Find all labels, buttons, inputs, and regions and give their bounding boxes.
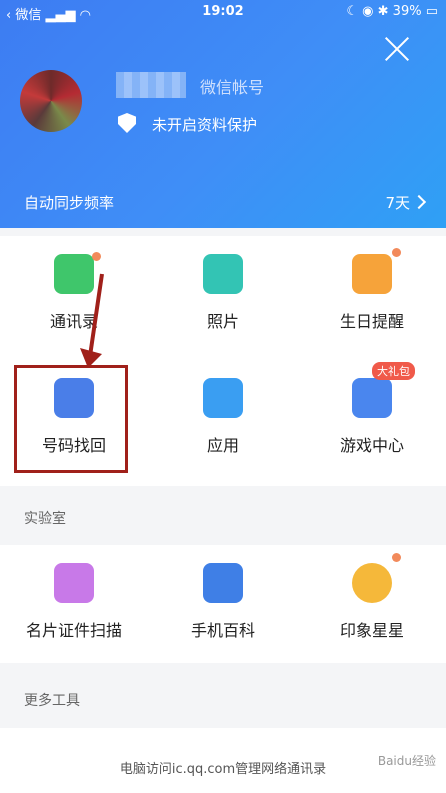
grid-item-contacts[interactable]: 通讯录 xyxy=(0,236,148,356)
protection-status[interactable]: 未开启资料保护 xyxy=(152,114,257,135)
sync-label: 自动同步频率 xyxy=(24,194,115,212)
grid-item-game-center[interactable]: 大礼包 游戏中心 xyxy=(298,360,446,480)
gamepad-icon xyxy=(352,378,392,418)
lab-section-title: 实验室 xyxy=(24,511,66,527)
grid-item-photos[interactable]: 照片 xyxy=(149,236,297,356)
apps-icon xyxy=(203,378,243,418)
birthday-cake-icon xyxy=(352,254,392,294)
lab-item-label: 印象星星 xyxy=(339,621,404,640)
impression-star-icon xyxy=(352,563,392,603)
watermark: Baidu经验 xyxy=(377,754,436,768)
account-header: ‹ 微信 ▂▄▆ ◠ 19:02 ☾ ◉ ✱ 39% ▭ 微信帐号 未开启资料保… xyxy=(0,0,446,228)
notification-dot xyxy=(92,252,101,261)
card-scan-icon xyxy=(54,563,94,603)
status-bar: ‹ 微信 ▂▄▆ ◠ 19:02 ☾ ◉ ✱ 39% ▭ xyxy=(0,0,446,24)
notification-dot xyxy=(392,553,401,562)
notification-dot xyxy=(392,248,401,257)
grid-item-label: 生日提醒 xyxy=(339,312,404,331)
avatar[interactable] xyxy=(20,70,82,132)
lab-item-card-scan[interactable]: 名片证件扫描 xyxy=(0,545,148,665)
close-icon[interactable] xyxy=(384,36,410,62)
annotation-arrow xyxy=(80,273,104,368)
sync-frequency-row[interactable]: 自动同步频率 7天 xyxy=(0,176,446,228)
grid-item-birthday[interactable]: 生日提醒 xyxy=(298,236,446,356)
grid-item-label: 通讯录 xyxy=(49,312,98,331)
lab-item-label: 名片证件扫描 xyxy=(25,621,122,640)
shield-icon xyxy=(118,113,136,133)
grid-item-label: 应用 xyxy=(206,436,239,455)
battery-status: ☾ ◉ ✱ 39% ▭ xyxy=(346,4,438,19)
blurred-nickname xyxy=(116,72,186,98)
chevron-right-icon xyxy=(411,194,427,210)
grid-item-label: 游戏中心 xyxy=(339,436,404,455)
phone-encyclopedia-icon xyxy=(203,563,243,603)
photos-icon xyxy=(203,254,243,294)
lab-item-label: 手机百科 xyxy=(190,621,255,640)
annotation-highlight-box xyxy=(14,365,128,473)
lab-item-phone-encyclopedia[interactable]: 手机百科 xyxy=(149,545,297,665)
battery-percent: 39% xyxy=(392,4,422,19)
grid-item-label: 照片 xyxy=(206,312,239,331)
more-tools-section-title: 更多工具 xyxy=(24,693,80,709)
sync-value: 7天 xyxy=(385,194,410,212)
gift-badge: 大礼包 xyxy=(372,362,415,380)
grid-item-apps[interactable]: 应用 xyxy=(149,360,297,480)
lab-grid: 名片证件扫描 手机百科 印象星星 xyxy=(0,545,446,663)
account-label: 微信帐号 xyxy=(200,78,265,97)
lab-item-impression-star[interactable]: 印象星星 xyxy=(298,545,446,665)
